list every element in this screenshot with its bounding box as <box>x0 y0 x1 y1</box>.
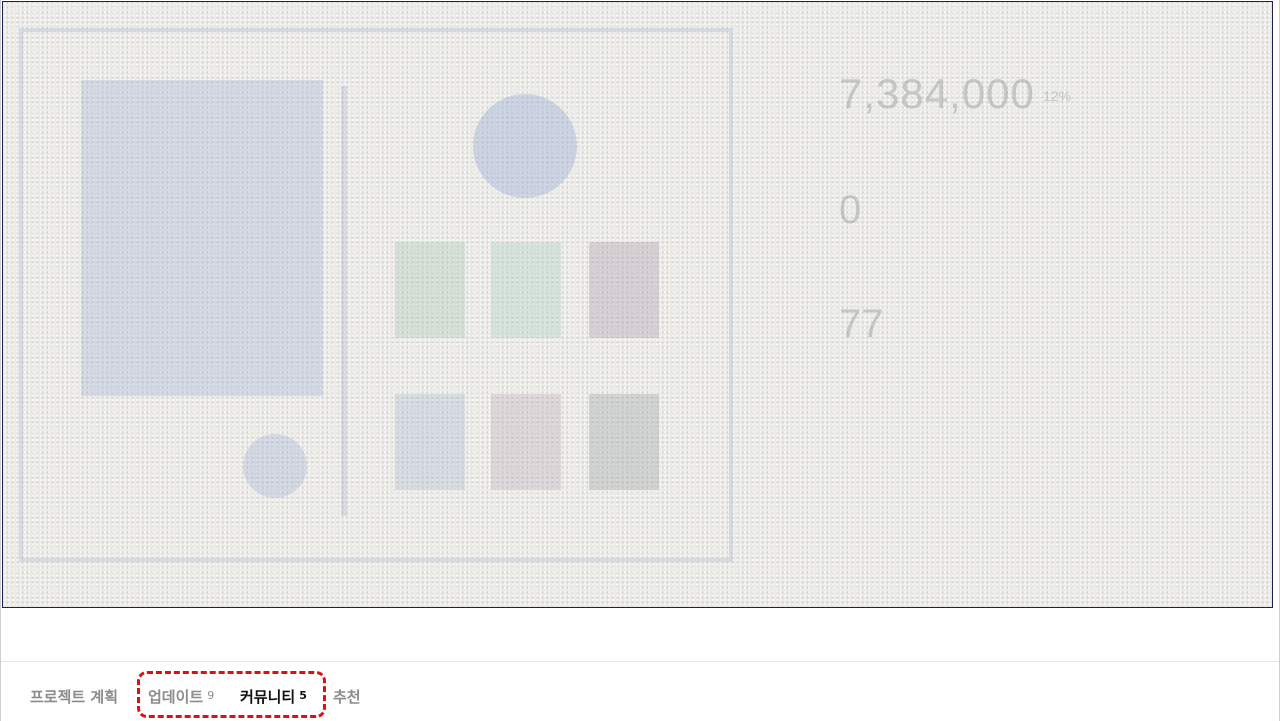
product-tile-image <box>395 242 465 338</box>
product-tile-image <box>491 242 561 338</box>
tab-community[interactable]: 커뮤니티 5 <box>240 686 307 707</box>
tab-count-badge: 9 <box>207 689 215 702</box>
tab-label: 커뮤니티 <box>240 688 296 706</box>
tab-recommend[interactable]: 추천 <box>333 686 361 707</box>
product-tile-image <box>589 394 659 490</box>
tab-updates[interactable]: 업데이트 9 <box>148 686 214 707</box>
backer-count: 77 <box>839 302 884 346</box>
product-small-circle-image <box>243 434 307 498</box>
tab-label: 프로젝트 계획 <box>30 688 119 706</box>
faded-project-preview: 7,384,000 12% 0 77 <box>2 1 1273 608</box>
product-tile-image <box>491 394 561 490</box>
product-tile-image <box>395 394 465 490</box>
project-tab-bar: 프로젝트 계획 업데이트 9 커뮤니티 5 추천 <box>1 661 1279 721</box>
product-tile-image <box>589 242 659 338</box>
page-frame: 7,384,000 12% 0 77 프로젝트 계획 업데이트 9 커뮤니티 5 추… <box>0 0 1280 721</box>
book-spine <box>341 86 347 516</box>
funding-percent: 12% <box>1043 88 1072 104</box>
product-circle-image <box>473 94 577 198</box>
tab-count-badge: 5 <box>299 689 307 702</box>
remaining-days: 0 <box>839 188 862 232</box>
tab-label: 추천 <box>333 688 361 706</box>
funding-amount: 7,384,000 <box>839 70 1035 117</box>
tab-project-plan[interactable]: 프로젝트 계획 <box>30 686 118 707</box>
tab-label: 업데이트 <box>148 688 204 706</box>
book-cover-image <box>81 80 323 396</box>
